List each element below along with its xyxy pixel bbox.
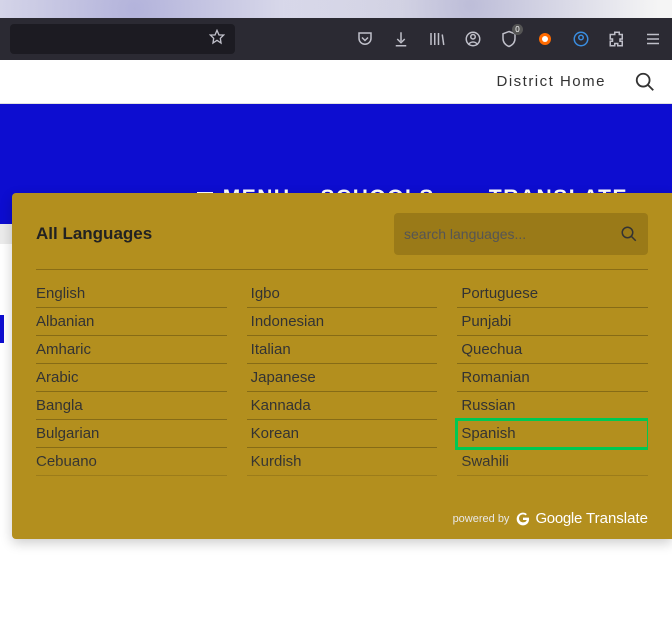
language-label: Russian	[461, 397, 515, 414]
language-label: Albanian	[36, 313, 94, 330]
language-panel: All Languages ✓English Albanian Amharic Ara…	[12, 193, 672, 539]
district-header: District Home	[0, 60, 672, 104]
shield-icon[interactable]: 0	[500, 30, 518, 48]
language-option[interactable]: Italian	[247, 336, 438, 364]
language-label: Punjabi	[461, 313, 511, 330]
google-translate-logo: Google Translate	[515, 510, 648, 527]
language-label: Italian	[251, 341, 291, 358]
library-icon[interactable]	[428, 30, 446, 48]
language-label: Japanese	[251, 369, 316, 386]
language-label: Quechua	[461, 341, 522, 358]
accent-edge	[0, 315, 4, 343]
language-grid: ✓English Albanian Amharic Arabic Bangla Bulga…	[36, 280, 648, 476]
language-option[interactable]: Igbo	[247, 280, 438, 308]
language-label: Cebuano	[36, 453, 97, 470]
language-label: Kurdish	[251, 453, 302, 470]
language-search-input[interactable]	[404, 226, 620, 242]
language-option[interactable]: Cebuano	[36, 448, 227, 476]
panel-title: All Languages	[36, 224, 152, 244]
language-label: Arabic	[36, 369, 79, 386]
language-option[interactable]: Romanian	[457, 364, 648, 392]
language-option[interactable]: Arabic	[36, 364, 227, 392]
language-option[interactable]: Portuguese	[457, 280, 648, 308]
download-icon[interactable]	[392, 30, 410, 48]
panel-divider	[36, 269, 648, 270]
powered-by: powered by Google Translate	[36, 490, 648, 527]
language-label: Spanish	[461, 425, 515, 442]
language-label: Korean	[251, 425, 299, 442]
ublock-icon[interactable]	[536, 30, 554, 48]
language-label: Kannada	[251, 397, 311, 414]
google-word: Google	[535, 510, 582, 527]
profile-icon[interactable]	[572, 30, 590, 48]
language-option[interactable]: Quechua	[457, 336, 648, 364]
site-search-icon[interactable]	[634, 71, 656, 93]
language-option[interactable]: Swahili	[457, 448, 648, 476]
account-icon[interactable]	[464, 30, 482, 48]
language-option[interactable]: Bulgarian	[36, 420, 227, 448]
language-option[interactable]: Kannada	[247, 392, 438, 420]
language-option[interactable]: ✓English	[36, 280, 227, 308]
language-option[interactable]: Bangla	[36, 392, 227, 420]
translate-word: Translate	[586, 510, 648, 527]
language-option[interactable]: Amharic	[36, 336, 227, 364]
language-label: Amharic	[36, 341, 91, 358]
google-g-icon	[515, 511, 531, 527]
language-option[interactable]: Russian	[457, 392, 648, 420]
search-icon[interactable]	[620, 225, 638, 243]
language-search[interactable]	[394, 213, 648, 255]
language-label: Portuguese	[461, 285, 538, 302]
url-bar[interactable]	[10, 24, 235, 54]
language-label: Swahili	[461, 453, 509, 470]
language-option[interactable]: Kurdish	[247, 448, 438, 476]
district-home-link[interactable]: District Home	[496, 73, 606, 90]
language-option[interactable]: Albanian	[36, 308, 227, 336]
language-label: Igbo	[251, 285, 280, 302]
browser-toolbar: 0	[0, 18, 672, 60]
language-option[interactable]: Korean	[247, 420, 438, 448]
bookmark-star-icon[interactable]	[209, 29, 225, 50]
pocket-icon[interactable]	[356, 30, 374, 48]
shield-badge: 0	[512, 24, 523, 35]
language-option[interactable]: Japanese	[247, 364, 438, 392]
language-label: Romanian	[461, 369, 529, 386]
language-label: Bangla	[36, 397, 83, 414]
language-option[interactable]: Indonesian	[247, 308, 438, 336]
browser-tab-strip	[0, 0, 672, 18]
language-label: English	[36, 285, 85, 302]
language-option[interactable]: Spanish	[457, 420, 648, 448]
language-label: Indonesian	[251, 313, 324, 330]
powered-by-label: powered by	[453, 513, 510, 525]
extensions-icon[interactable]	[608, 30, 626, 48]
app-menu-icon[interactable]	[644, 30, 662, 48]
language-label: Bulgarian	[36, 425, 99, 442]
language-option[interactable]: Punjabi	[457, 308, 648, 336]
